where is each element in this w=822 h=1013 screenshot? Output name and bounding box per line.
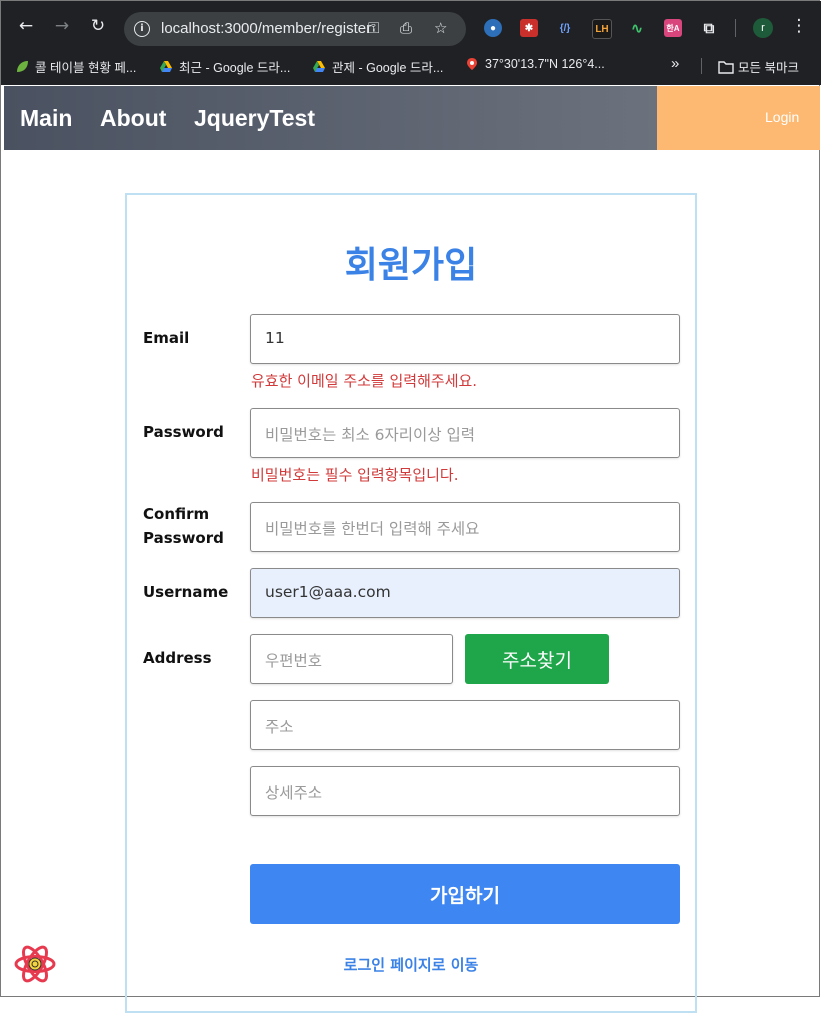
code-extension-icon[interactable]: {/} <box>556 19 574 37</box>
password-field[interactable]: 비밀번호는 최소 6자리이상 입력 <box>250 408 680 458</box>
bookmark-label: 관제 - Google 드라... <box>332 61 444 75</box>
nav-link-main[interactable]: Main <box>20 105 72 132</box>
email-error: 유효한 이메일 주소를 입력해주세요. <box>251 372 478 390</box>
extensions-puzzle-icon[interactable]: ⧉ <box>700 19 718 37</box>
confirm-password-field[interactable]: 비밀번호를 한번더 입력해 주세요 <box>250 502 680 552</box>
username-label: Username <box>143 583 229 601</box>
register-submit-button[interactable]: 가입하기 <box>250 864 680 924</box>
login-area[interactable]: Login <box>657 86 820 150</box>
leaf-icon <box>15 60 29 74</box>
username-field[interactable]: user1@aaa.com <box>250 568 680 618</box>
bookmark-item[interactable]: 콜 테이블 현황 페... <box>15 57 136 76</box>
zipcode-placeholder: 우편번호 <box>265 652 323 670</box>
bookmark-item[interactable]: 관제 - Google 드라... <box>312 57 443 76</box>
bookmark-label: 최근 - Google 드라... <box>179 61 291 75</box>
email-label: Email <box>143 329 190 347</box>
email-field[interactable]: 11 <box>250 314 680 364</box>
address-placeholder: 주소 <box>265 718 294 736</box>
username-value: user1@aaa.com <box>265 583 391 601</box>
confirm-password-label-line1: Confirm <box>143 505 210 523</box>
address-label: Address <box>143 649 212 667</box>
bookmark-label: 콜 테이블 현황 페... <box>35 61 137 75</box>
nav-link-jquerytest[interactable]: JqueryTest <box>194 105 315 132</box>
map-pin-icon <box>465 57 479 71</box>
site-info-icon[interactable]: i <box>134 21 150 37</box>
browser-toolbar: ← → ↻ i localhost:3000/member/register ⚿… <box>1 1 821 85</box>
find-address-button[interactable]: 주소찾기 <box>465 634 609 684</box>
bookmark-label: 37°30'13.7"N 126°4... <box>485 57 605 71</box>
install-app-icon[interactable]: ⎙ <box>400 19 412 37</box>
email-value: 11 <box>265 329 285 347</box>
password-error: 비밀번호는 필수 입력항목입니다. <box>251 466 459 484</box>
folder-icon <box>718 60 734 74</box>
menu-kebab-icon[interactable]: ⋮ <box>787 14 811 38</box>
address-bar[interactable]: i localhost:3000/member/register ⚿ ⎙ ☆ <box>124 12 466 46</box>
profile-avatar[interactable]: r <box>753 18 773 38</box>
bug-extension-icon[interactable]: ✱ <box>520 19 538 37</box>
reload-icon[interactable]: ↻ <box>86 14 110 38</box>
react-devtools-icon[interactable] <box>13 943 57 985</box>
back-arrow-icon[interactable]: ← <box>14 14 38 38</box>
all-bookmarks-label: 모든 북마크 <box>738 61 799 75</box>
google-drive-icon <box>159 60 173 74</box>
google-drive-icon <box>312 60 326 74</box>
go-to-login-link[interactable]: 로그인 페이지로 이동 <box>125 954 697 975</box>
login-link[interactable]: Login <box>765 109 799 125</box>
address-detail-field[interactable]: 상세주소 <box>250 766 680 816</box>
forward-arrow-icon[interactable]: → <box>50 14 74 38</box>
password-placeholder: 비밀번호는 최소 6자리이상 입력 <box>265 426 476 444</box>
lighthouse-extension-icon[interactable]: LH <box>592 19 612 39</box>
globe-extension-icon[interactable]: ● <box>484 19 502 37</box>
zipcode-field[interactable]: 우편번호 <box>250 634 453 684</box>
address-detail-placeholder: 상세주소 <box>265 784 323 802</box>
star-bookmark-icon[interactable]: ☆ <box>434 19 447 37</box>
key-icon[interactable]: ⚿ <box>368 19 379 37</box>
nav-link-about[interactable]: About <box>100 105 166 132</box>
wave-extension-icon[interactable]: ∿ <box>628 19 646 37</box>
all-bookmarks-folder[interactable]: 모든 북마크 <box>718 57 799 76</box>
confirm-password-placeholder: 비밀번호를 한번더 입력해 주세요 <box>265 520 480 538</box>
confirm-password-label-line2: Password <box>143 529 224 547</box>
bookmark-divider <box>701 58 702 74</box>
bookmark-item[interactable]: 최근 - Google 드라... <box>159 57 290 76</box>
translate-extension-icon[interactable]: 한A <box>664 19 682 37</box>
url-text[interactable]: localhost:3000/member/register <box>161 20 371 37</box>
more-bookmarks-chevron-icon[interactable]: » <box>671 55 679 72</box>
password-label: Password <box>143 423 224 441</box>
toolbar-divider <box>735 19 736 37</box>
bookmark-item[interactable]: 37°30'13.7"N 126°4... <box>465 57 605 71</box>
page-title: 회원가입 <box>344 245 478 286</box>
address-field[interactable]: 주소 <box>250 700 680 750</box>
